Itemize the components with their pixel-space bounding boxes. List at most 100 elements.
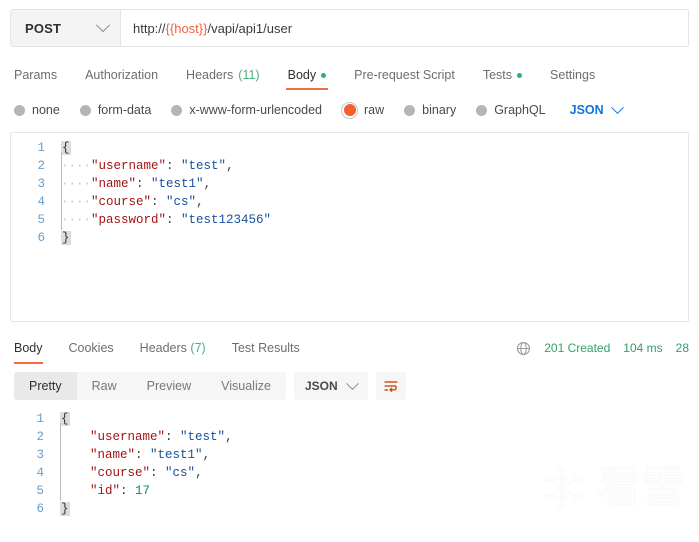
json-value: "test1" bbox=[150, 448, 203, 462]
response-format-select[interactable]: JSON bbox=[294, 372, 368, 400]
body-type-x-www-form-urlencoded[interactable]: x-www-form-urlencoded bbox=[171, 103, 333, 117]
json-value: "test" bbox=[181, 159, 226, 173]
json-value: "test" bbox=[180, 430, 225, 444]
response-tab-headers[interactable]: Headers (7) bbox=[127, 333, 219, 363]
url-prefix: http:// bbox=[133, 21, 166, 36]
body-type-options: none form-data x-www-form-urlencoded raw… bbox=[10, 95, 689, 125]
response-time: 104 ms bbox=[623, 341, 662, 355]
line-number: 5 bbox=[10, 482, 44, 500]
line-number-gutter: 1 2 3 4 5 6 bbox=[10, 410, 54, 518]
json-key: "name" bbox=[91, 177, 136, 191]
tab-label: Body bbox=[14, 341, 43, 355]
radio-icon bbox=[476, 105, 487, 116]
line-number-gutter: 1 2 3 4 5 6 bbox=[11, 139, 55, 247]
tab-label: Tests bbox=[483, 68, 512, 82]
body-type-graphql[interactable]: GraphQL bbox=[476, 103, 556, 117]
code-line: ····"password": "test123456" bbox=[61, 211, 688, 229]
tab-label: Pre-request Script bbox=[354, 68, 455, 82]
response-tab-cookies[interactable]: Cookies bbox=[56, 333, 127, 363]
tab-label: Authorization bbox=[85, 68, 158, 82]
code-line: ····"username": "test", bbox=[61, 157, 688, 175]
tab-label: Settings bbox=[550, 68, 595, 82]
tab-pre-request-script[interactable]: Pre-request Script bbox=[340, 60, 469, 90]
brace-open: { bbox=[61, 141, 71, 155]
segment-label: Pretty bbox=[29, 379, 62, 393]
json-comma: , bbox=[203, 448, 211, 462]
line-number: 2 bbox=[11, 157, 45, 175]
response-status-group: 201 Created 104 ms 28 bbox=[516, 332, 689, 364]
json-comma: , bbox=[204, 177, 212, 191]
line-number: 4 bbox=[11, 193, 45, 211]
code-line: "name": "test1", bbox=[60, 446, 689, 464]
response-body-viewer[interactable]: 1 2 3 4 5 6 { "username": "test", "name"… bbox=[10, 404, 689, 526]
code-line: ····"course": "cs", bbox=[61, 193, 688, 211]
body-type-raw[interactable]: raw bbox=[342, 103, 395, 118]
body-type-none[interactable]: none bbox=[14, 103, 71, 117]
content-type-select[interactable]: JSON bbox=[570, 103, 622, 117]
line-number: 5 bbox=[11, 211, 45, 229]
body-type-label: binary bbox=[422, 103, 456, 117]
code-line: "course": "cs", bbox=[60, 464, 689, 482]
body-type-label: raw bbox=[364, 103, 384, 117]
word-wrap-button[interactable] bbox=[376, 372, 406, 400]
response-format-bar: Pretty Raw Preview Visualize JSON bbox=[10, 372, 689, 400]
response-tab-body[interactable]: Body bbox=[14, 333, 56, 363]
tab-label: Test Results bbox=[232, 341, 300, 355]
response-tab-test-results[interactable]: Test Results bbox=[219, 333, 313, 363]
tab-settings[interactable]: Settings bbox=[536, 60, 609, 90]
body-type-form-data[interactable]: form-data bbox=[80, 103, 163, 117]
json-key: "username" bbox=[91, 159, 166, 173]
code-line: { bbox=[60, 410, 689, 428]
response-view-segments: Pretty Raw Preview Visualize bbox=[14, 372, 286, 400]
body-type-label: x-www-form-urlencoded bbox=[189, 103, 322, 117]
response-format-label: JSON bbox=[305, 379, 338, 393]
json-value: "test1" bbox=[151, 177, 204, 191]
tab-body[interactable]: Body bbox=[274, 60, 341, 90]
json-comma: , bbox=[226, 159, 234, 173]
request-body-editor[interactable]: 1 2 3 4 5 6 { ····"username": "test", ··… bbox=[10, 132, 689, 322]
segment-visualize[interactable]: Visualize bbox=[206, 372, 286, 400]
code-line: } bbox=[60, 500, 689, 518]
response-tabs: Body Cookies Headers (7) Test Results 20… bbox=[10, 332, 689, 364]
code-line: "username": "test", bbox=[60, 428, 689, 446]
code-line: } bbox=[61, 229, 688, 247]
body-type-binary[interactable]: binary bbox=[404, 103, 467, 117]
tab-authorization[interactable]: Authorization bbox=[71, 60, 172, 90]
tab-label: Cookies bbox=[69, 341, 114, 355]
segment-label: Raw bbox=[92, 379, 117, 393]
chevron-down-icon bbox=[611, 101, 624, 114]
body-type-label: form-data bbox=[98, 103, 152, 117]
tab-tests[interactable]: Tests bbox=[469, 60, 536, 90]
json-value: "cs" bbox=[165, 466, 195, 480]
json-value: "cs" bbox=[166, 195, 196, 209]
tab-headers[interactable]: Headers (11) bbox=[172, 60, 274, 90]
http-method-select[interactable]: POST bbox=[11, 10, 121, 46]
segment-label: Visualize bbox=[221, 379, 271, 393]
tab-label: Body bbox=[288, 68, 317, 82]
url-input[interactable]: http://{{host}}/vapi/api1/user bbox=[121, 10, 688, 46]
tab-label: Headers bbox=[186, 68, 233, 82]
json-key: "name" bbox=[90, 448, 135, 462]
line-number: 6 bbox=[11, 229, 45, 247]
indent-guide bbox=[60, 423, 61, 501]
brace-close: } bbox=[60, 502, 70, 516]
body-modified-dot-icon bbox=[321, 73, 326, 78]
segment-raw[interactable]: Raw bbox=[77, 372, 132, 400]
chevron-down-icon bbox=[96, 18, 110, 32]
tab-params[interactable]: Params bbox=[10, 60, 71, 90]
word-wrap-icon bbox=[383, 379, 399, 393]
line-number: 3 bbox=[11, 175, 45, 193]
json-comma: , bbox=[195, 466, 203, 480]
json-comma: , bbox=[196, 195, 204, 209]
segment-pretty[interactable]: Pretty bbox=[14, 372, 77, 400]
json-comma: , bbox=[225, 430, 233, 444]
segment-preview[interactable]: Preview bbox=[132, 372, 206, 400]
tests-modified-dot-icon bbox=[517, 73, 522, 78]
json-key: "course" bbox=[91, 195, 151, 209]
code-line: { bbox=[61, 139, 688, 157]
json-key: "username" bbox=[90, 430, 165, 444]
radio-icon bbox=[171, 105, 182, 116]
radio-icon bbox=[404, 105, 415, 116]
json-value-number: 17 bbox=[135, 484, 150, 498]
json-key: "id" bbox=[90, 484, 120, 498]
